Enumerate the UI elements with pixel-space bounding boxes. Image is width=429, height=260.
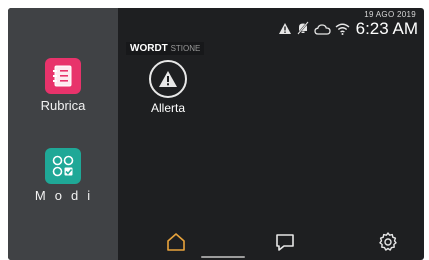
cloud-icon bbox=[313, 22, 331, 40]
notifications-off-icon bbox=[296, 21, 310, 40]
status-bar: 19 AGO 2019 6:23 AM bbox=[278, 11, 418, 40]
messages-button[interactable] bbox=[273, 230, 297, 254]
banner-text-bold: WORDT bbox=[130, 43, 168, 54]
device-screen: Rubrica Modi 19 AGO 2019 6:23 AM WORDT S… bbox=[8, 8, 424, 260]
app-rubrica[interactable]: Rubrica bbox=[8, 58, 118, 113]
status-date: 19 AGO 2019 bbox=[364, 10, 416, 19]
gear-icon bbox=[379, 232, 397, 251]
modes-grid-icon bbox=[45, 148, 81, 184]
sidebar: Rubrica Modi bbox=[8, 8, 118, 260]
wifi-icon bbox=[335, 22, 350, 40]
warning-icon bbox=[149, 60, 187, 98]
app-allerta-label: Allerta bbox=[150, 101, 185, 115]
warning-icon bbox=[278, 22, 292, 40]
status-time: 6:23 AM bbox=[355, 19, 418, 38]
home-icon bbox=[167, 233, 185, 251]
settings-button[interactable] bbox=[376, 230, 400, 254]
home-button[interactable] bbox=[164, 230, 188, 254]
clock: 19 AGO 2019 6:23 AM bbox=[355, 10, 418, 38]
app-allerta[interactable]: Allerta bbox=[146, 60, 190, 115]
notification-banner: WORDT STIONE bbox=[126, 42, 205, 55]
banner-text-faded: STIONE bbox=[170, 44, 201, 53]
app-modi-label: Modi bbox=[34, 188, 100, 203]
app-rubrica-label: Rubrica bbox=[40, 98, 86, 113]
home-indicator[interactable] bbox=[201, 256, 245, 258]
chat-icon bbox=[276, 234, 294, 251]
app-modi[interactable]: Modi bbox=[8, 148, 118, 203]
address-book-icon bbox=[45, 58, 81, 94]
bottom-nav bbox=[118, 222, 424, 260]
